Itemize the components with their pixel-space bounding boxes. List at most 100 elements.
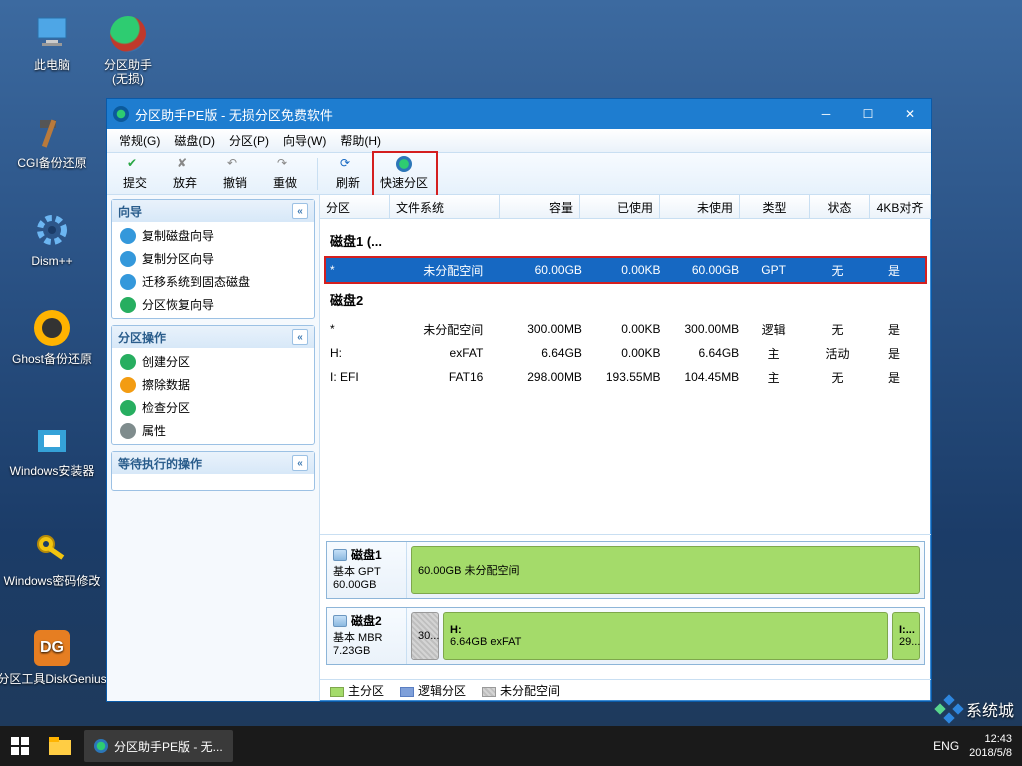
toolbar: ✔提交 ✘放弃 ↶撤销 ↷重做 ⟳刷新 快速分区 bbox=[107, 153, 931, 195]
menu-help[interactable]: 帮助(H) bbox=[334, 130, 387, 151]
disk2-header[interactable]: 磁盘2 bbox=[326, 282, 925, 317]
separator bbox=[317, 158, 318, 190]
refresh-button[interactable]: ⟳刷新 bbox=[324, 155, 372, 193]
disk1-visual[interactable]: 磁盘1 基本 GPT 60.00GB 60.00GB 未分配空间 bbox=[326, 541, 925, 599]
desktop-icon-cgi-backup[interactable]: CGI备份还原 bbox=[16, 112, 88, 170]
desktop-icon-ghost[interactable]: Ghost备份还原 bbox=[16, 308, 88, 366]
collapse-icon[interactable]: « bbox=[292, 329, 308, 345]
minimize-button[interactable]: ─ bbox=[805, 99, 847, 129]
col-used[interactable]: 已使用 bbox=[580, 195, 660, 218]
sidebar: 向导« 复制磁盘向导 复制分区向导 迁移系统到固态磁盘 分区恢复向导 分区操作«… bbox=[107, 195, 320, 701]
disk1-header[interactable]: 磁盘1 (... bbox=[326, 223, 925, 258]
check-icon: ✔ bbox=[127, 156, 143, 172]
partition-bar-unallocated[interactable]: 60.00GB 未分配空间 bbox=[411, 546, 920, 594]
taskbar-app-partition-assistant[interactable]: 分区助手PE版 - 无... bbox=[84, 730, 233, 762]
table-row[interactable]: * 未分配空间 300.00MB 0.00KB 300.00MB 逻辑 无 是 bbox=[326, 317, 925, 341]
partition-list[interactable]: 磁盘1 (... * 未分配空间 60.00GB 0.00KB 60.00GB … bbox=[320, 219, 931, 534]
check-icon bbox=[120, 400, 136, 416]
desktop-icon-this-pc[interactable]: 此电脑 bbox=[16, 14, 88, 72]
quick-partition-highlight: 快速分区 bbox=[372, 151, 438, 197]
close-button[interactable]: ✕ bbox=[889, 99, 931, 129]
discard-button[interactable]: ✘放弃 bbox=[161, 155, 209, 193]
col-partition[interactable]: 分区 bbox=[320, 195, 390, 218]
column-headers: 分区 文件系统 容量 已使用 未使用 类型 状态 4KB对齐 bbox=[320, 195, 931, 219]
disk-icon bbox=[333, 615, 347, 627]
panel-header[interactable]: 等待执行的操作« bbox=[112, 452, 314, 474]
start-button[interactable] bbox=[0, 726, 40, 766]
app-icon bbox=[108, 14, 148, 54]
desktop-icon-diskgenius[interactable]: DG 分区工具DiskGenius bbox=[16, 628, 88, 686]
panel-header[interactable]: 向导« bbox=[112, 200, 314, 222]
taskbar: 分区助手PE版 - 无... ENG 12:43 2018/5/8 bbox=[0, 726, 1022, 766]
icon-label: Ghost备份还原 bbox=[12, 352, 92, 366]
app-icon bbox=[94, 739, 108, 753]
disk-icon bbox=[120, 251, 136, 267]
migrate-ssd-wizard[interactable]: 迁移系统到固态磁盘 bbox=[112, 270, 314, 293]
partition-bar-i[interactable]: I:...29... bbox=[892, 612, 920, 660]
check-partition[interactable]: 检查分区 bbox=[112, 396, 314, 419]
col-state[interactable]: 状态 bbox=[810, 195, 870, 218]
window-title: 分区助手PE版 - 无损分区免费软件 bbox=[135, 105, 805, 124]
col-capacity[interactable]: 容量 bbox=[500, 195, 580, 218]
desktop-icon-partition-assistant[interactable]: 分区助手(无损) bbox=[92, 14, 164, 86]
selected-highlight: * 未分配空间 60.00GB 0.00KB 60.00GB GPT 无 是 bbox=[324, 256, 927, 284]
copy-partition-wizard[interactable]: 复制分区向导 bbox=[112, 247, 314, 270]
x-icon: ✘ bbox=[177, 156, 193, 172]
watermark: 系统城 bbox=[936, 696, 1014, 722]
redo-icon: ↷ bbox=[277, 156, 293, 172]
collapse-icon[interactable]: « bbox=[292, 203, 308, 219]
partition-bar-h[interactable]: H:6.64GB exFAT bbox=[443, 612, 888, 660]
maximize-button[interactable]: ☐ bbox=[847, 99, 889, 129]
disk-visual-area: 磁盘1 基本 GPT 60.00GB 60.00GB 未分配空间 磁盘2 基本 … bbox=[320, 534, 931, 679]
table-row[interactable]: H: exFAT 6.64GB 0.00KB 6.64GB 主 活动 是 bbox=[326, 341, 925, 365]
system-tray[interactable]: ENG 12:43 2018/5/8 bbox=[923, 732, 1022, 760]
wipe-icon bbox=[120, 377, 136, 393]
undo-button[interactable]: ↶撤销 bbox=[211, 155, 259, 193]
properties[interactable]: 属性 bbox=[112, 419, 314, 442]
language-indicator[interactable]: ENG bbox=[933, 739, 959, 753]
clock[interactable]: 12:43 2018/5/8 bbox=[969, 732, 1012, 760]
props-icon bbox=[120, 423, 136, 439]
quick-partition-button[interactable]: 快速分区 bbox=[376, 155, 432, 193]
col-unused[interactable]: 未使用 bbox=[660, 195, 740, 218]
dg-icon: DG bbox=[32, 628, 72, 668]
partition-bar-unallocated[interactable]: 30... bbox=[411, 612, 439, 660]
refresh-icon: ⟳ bbox=[340, 156, 356, 172]
col-4kb-align[interactable]: 4KB对齐 bbox=[870, 195, 931, 218]
commit-button[interactable]: ✔提交 bbox=[111, 155, 159, 193]
col-filesystem[interactable]: 文件系统 bbox=[390, 195, 500, 218]
box-icon bbox=[32, 420, 72, 460]
legend: 主分区 逻辑分区 未分配空间 bbox=[320, 679, 931, 701]
table-row[interactable]: I: EFI FAT16 298.00MB 193.55MB 104.45MB … bbox=[326, 365, 925, 389]
menu-disk[interactable]: 磁盘(D) bbox=[168, 130, 221, 151]
wizard-panel: 向导« 复制磁盘向导 复制分区向导 迁移系统到固态磁盘 分区恢复向导 bbox=[111, 199, 315, 319]
icon-label: 此电脑 bbox=[34, 58, 70, 72]
legend-unallocated: 未分配空间 bbox=[482, 682, 560, 699]
desktop-icon-dism[interactable]: Dism++ bbox=[16, 210, 88, 268]
disk2-visual[interactable]: 磁盘2 基本 MBR 7.23GB 30... H:6.64GB exFAT I… bbox=[326, 607, 925, 665]
app-icon bbox=[396, 156, 412, 172]
table-row[interactable]: * 未分配空间 60.00GB 0.00KB 60.00GB GPT 无 是 bbox=[326, 258, 925, 282]
file-explorer-button[interactable] bbox=[40, 726, 80, 766]
chick-icon bbox=[32, 308, 72, 348]
desktop-icon-win-password[interactable]: Windows密码修改 bbox=[16, 530, 88, 588]
menu-partition[interactable]: 分区(P) bbox=[223, 130, 275, 151]
key-icon bbox=[32, 530, 72, 570]
menubar: 常规(G) 磁盘(D) 分区(P) 向导(W) 帮助(H) bbox=[107, 129, 931, 153]
desktop-icon-win-installer[interactable]: Windows安装器 bbox=[16, 420, 88, 478]
disk1-meta: 磁盘1 基本 GPT 60.00GB bbox=[327, 542, 407, 598]
icon-label: Windows安装器 bbox=[10, 464, 95, 478]
panel-header[interactable]: 分区操作« bbox=[112, 326, 314, 348]
wipe-data[interactable]: 擦除数据 bbox=[112, 373, 314, 396]
collapse-icon[interactable]: « bbox=[292, 455, 308, 471]
menu-general[interactable]: 常规(G) bbox=[113, 130, 166, 151]
partition-recovery-wizard[interactable]: 分区恢复向导 bbox=[112, 293, 314, 316]
menu-wizard[interactable]: 向导(W) bbox=[277, 130, 332, 151]
create-partition[interactable]: 创建分区 bbox=[112, 350, 314, 373]
col-type[interactable]: 类型 bbox=[740, 195, 810, 218]
disk-icon bbox=[333, 549, 347, 561]
redo-button[interactable]: ↷重做 bbox=[261, 155, 309, 193]
partition-ops-panel: 分区操作« 创建分区 擦除数据 检查分区 属性 bbox=[111, 325, 315, 445]
copy-disk-wizard[interactable]: 复制磁盘向导 bbox=[112, 224, 314, 247]
titlebar[interactable]: 分区助手PE版 - 无损分区免费软件 ─ ☐ ✕ bbox=[107, 99, 931, 129]
